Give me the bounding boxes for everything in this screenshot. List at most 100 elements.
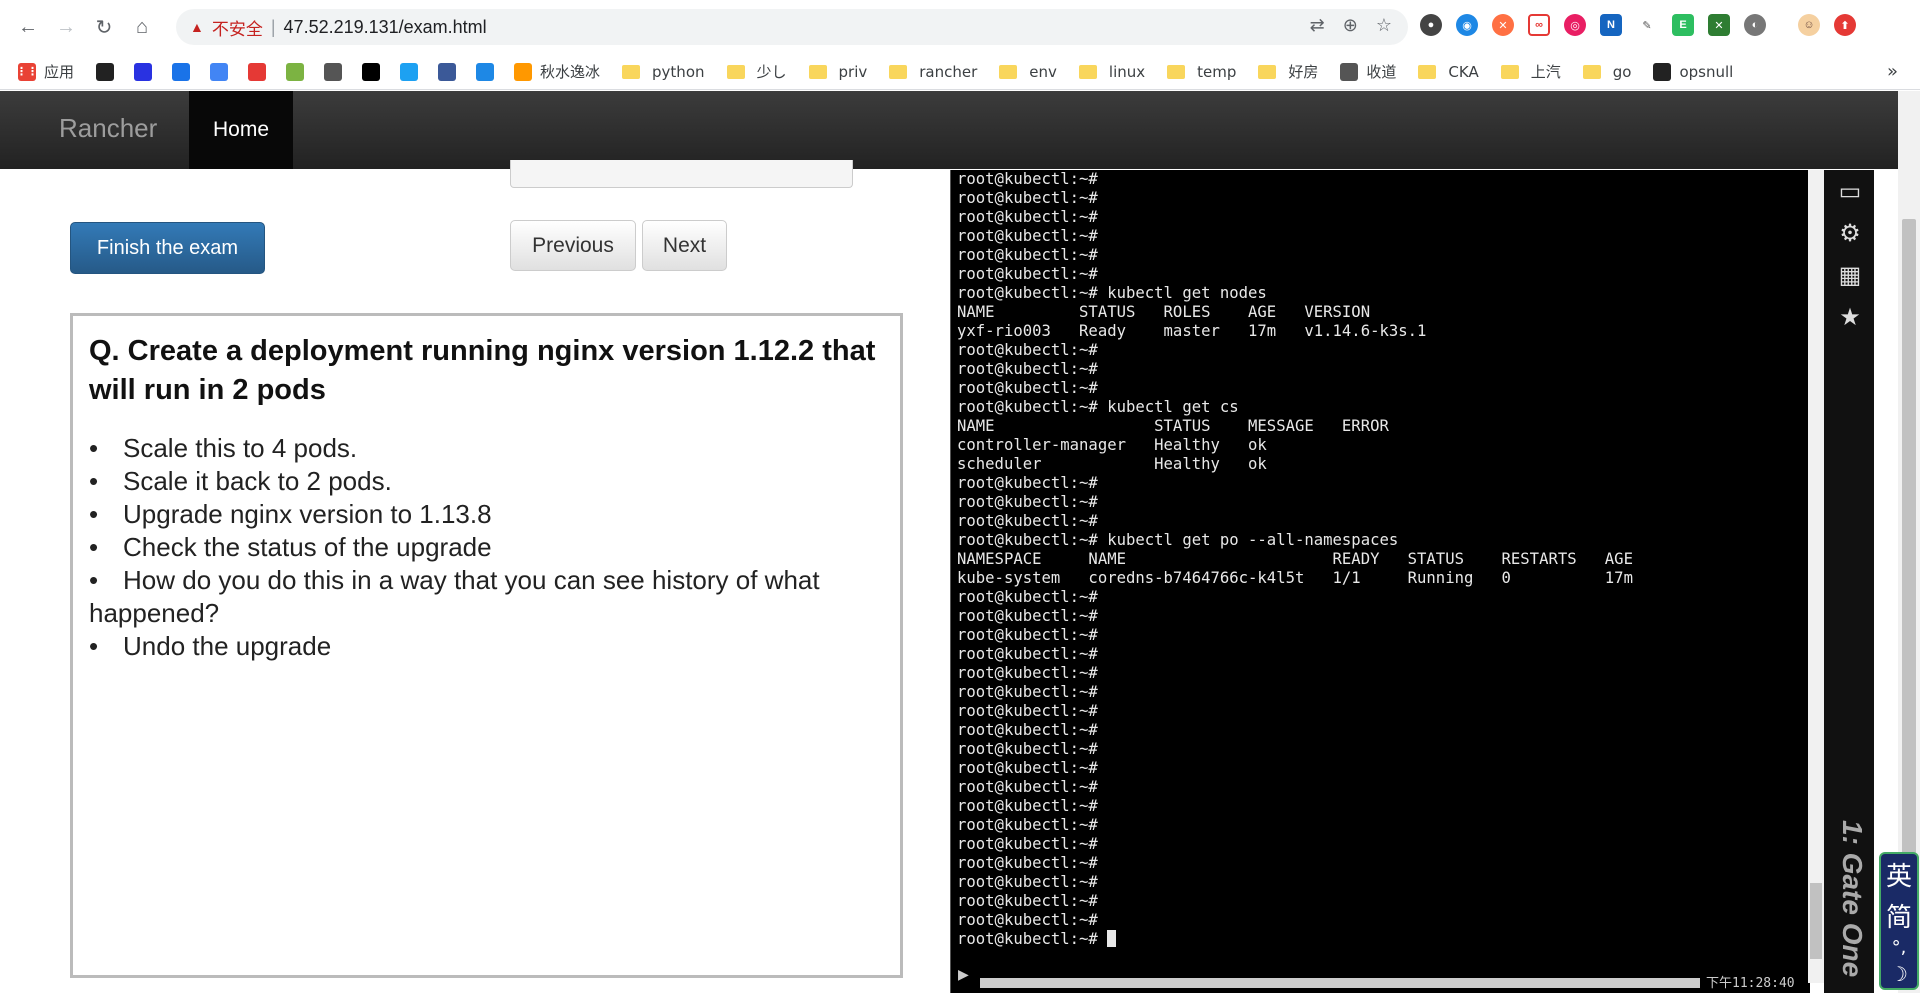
terminal-line: root@kubectl:~# (957, 702, 1098, 720)
bookmark-label: 秋水逸冰 (540, 63, 601, 81)
bookmark-item[interactable]: priv (808, 63, 867, 81)
bookmark-item[interactable]: python (622, 63, 705, 81)
terminal-horizontal-scrollbar[interactable] (980, 978, 1700, 988)
medium-icon (362, 62, 381, 81)
apps-grid-icon: ⋮⋮ (16, 62, 38, 81)
bookmark-label: opsnull (1679, 62, 1734, 81)
bookmark-item[interactable]: opsnull (1653, 62, 1734, 81)
url-separator: | (270, 16, 276, 37)
ime-language[interactable]: 英 (1886, 856, 1912, 893)
terminal-prompt-line[interactable]: root@kubectl:~# (957, 930, 1633, 949)
star-icon[interactable]: ★ (1837, 304, 1863, 331)
monitor-icon[interactable]: ▭ (1837, 178, 1863, 205)
bookmark-item[interactable] (172, 62, 198, 81)
brand-link[interactable]: Rancher (59, 113, 157, 144)
terminal-line: root@kubectl:~# kubectl get po --all-nam… (957, 531, 1399, 549)
bookmark-label: 应用 (44, 63, 75, 81)
ime-mode[interactable]: 简 (1886, 897, 1912, 934)
extension-icon[interactable]: ∞ (1528, 14, 1550, 36)
terminal-line: root@kubectl:~# (957, 493, 1098, 511)
bookmark-item[interactable] (438, 62, 464, 81)
back-icon[interactable]: ← (12, 11, 44, 43)
terminal-line: root@kubectl:~# (957, 512, 1098, 530)
forward-icon[interactable]: → (50, 11, 82, 43)
avatar[interactable]: ☺ (1798, 14, 1820, 36)
terminal-line: NAME STATUS MESSAGE ERROR (957, 417, 1389, 435)
previous-button[interactable]: Previous (510, 220, 636, 271)
finish-exam-button[interactable]: Finish the exam (70, 222, 265, 274)
terminal-line: root@kubectl:~# (957, 227, 1098, 245)
site-navbar: Rancher Home (0, 91, 1898, 169)
bookmark-item[interactable] (96, 62, 122, 81)
bookmark-item[interactable]: 收道 (1340, 61, 1396, 82)
bookmark-item[interactable]: go (1582, 63, 1631, 81)
bookmark-item[interactable]: env (999, 63, 1057, 81)
evernote-icon[interactable]: E (1672, 14, 1694, 36)
play-icon[interactable]: ▶ (958, 966, 969, 983)
address-bar[interactable]: ▲ 不安全 | 47.52.219.131/exam.html ⇄ ⊕ ☆ (176, 9, 1408, 45)
bookmark-item[interactable]: ⋮⋮ 应用 (16, 61, 75, 82)
feishu-icon (476, 62, 495, 81)
extension-icon[interactable]: ✕ (1708, 14, 1730, 36)
terminal-scrollbar[interactable] (1808, 170, 1824, 983)
zoom-icon[interactable]: ⊕ (1343, 15, 1358, 36)
bookmark-item[interactable] (324, 62, 350, 81)
nav-home[interactable]: Home (189, 91, 293, 169)
terminal[interactable]: root@kubectl:~# root@kubectl:~# root@kubec… (950, 170, 1810, 993)
bookmark-item[interactable] (248, 62, 274, 81)
bookmark-item[interactable]: 少し (726, 61, 787, 82)
bookmark-item[interactable] (476, 62, 502, 81)
c-icon (248, 62, 267, 81)
github-icon (1653, 62, 1672, 81)
next-button[interactable]: Next (642, 220, 727, 271)
bookmark-label: CKA (1448, 62, 1479, 81)
reload-icon[interactable]: ↻ (88, 11, 120, 43)
bookmark-label: 少し (756, 63, 787, 81)
extension-icon[interactable]: ✕ (1492, 14, 1514, 36)
gear-icon[interactable]: ⚙ (1837, 220, 1863, 247)
terminal-line: root@kubectl:~# (957, 721, 1098, 739)
bookmarks-bar: ⋮⋮ 应用 秋水逸冰 python 少し priv rancher env linux temp 好… (0, 54, 1920, 90)
bookmark-item[interactable]: temp (1167, 63, 1236, 81)
ime-toolbar[interactable]: 英 简 °, ☽ (1879, 852, 1919, 990)
bookmark-item[interactable]: 好房 (1258, 61, 1318, 82)
url-text[interactable]: 47.52.219.131/exam.html (284, 17, 487, 38)
home-icon[interactable]: ⌂ (126, 11, 158, 43)
extension-icon[interactable]: ✎ (1636, 14, 1658, 36)
task-item: Undo the upgrade (89, 630, 884, 663)
insecure-label: 不安全 (211, 19, 263, 40)
ime-punct[interactable]: °, (1892, 937, 1907, 958)
bookmark-item[interactable]: 秋水逸冰 (514, 61, 600, 82)
grid-icon[interactable]: ▦ (1837, 262, 1863, 289)
bookmark-label: 上汽 (1530, 63, 1561, 81)
bookmark-item[interactable]: 上汽 (1500, 61, 1561, 82)
bookmarks-overflow-icon[interactable]: » (1887, 61, 1898, 82)
task-item: Upgrade nginx version to 1.13.8 (89, 498, 884, 531)
extension-icon[interactable]: N (1600, 14, 1622, 36)
terminal-output[interactable]: root@kubectl:~# root@kubectl:~# root@kubec… (957, 170, 1633, 949)
terminal-scroll-thumb[interactable] (1810, 883, 1822, 959)
extension-icon[interactable]: ◉ (1456, 14, 1478, 36)
bookmark-label: env (1029, 62, 1057, 81)
extension-icon[interactable]: ● (1420, 14, 1442, 36)
bookmark-item[interactable]: rancher (889, 63, 977, 81)
extension-icon[interactable]: ◎ (1564, 14, 1586, 36)
bookmark-item[interactable]: CKA (1418, 62, 1479, 81)
cut-off-button[interactable] (510, 160, 853, 188)
folder-icon (622, 64, 641, 79)
bookmark-item[interactable] (400, 62, 426, 81)
bookmark-item[interactable] (134, 62, 160, 81)
translate-page-icon[interactable]: ⇄ (1310, 15, 1325, 36)
bookmark-item[interactable] (362, 62, 388, 81)
terminal-line: kube-system coredns-b7464766c-k4l5t 1/1 … (957, 569, 1633, 587)
bookmark-item[interactable] (286, 62, 312, 81)
moon-icon[interactable]: ☽ (1890, 962, 1908, 986)
terminal-line: controller-manager Healthy ok (957, 436, 1267, 454)
bookmark-item[interactable]: linux (1078, 63, 1145, 81)
bookmark-item[interactable] (210, 62, 236, 81)
update-icon[interactable]: ⬆ (1834, 14, 1856, 36)
browser-toolbar: ← → ↻ ⌂ ▲ 不安全 | 47.52.219.131/exam.html … (0, 0, 1920, 54)
extension-icon[interactable]: ◐ (1744, 14, 1766, 36)
bookmark-star-icon[interactable]: ☆ (1376, 15, 1392, 36)
terminal-line: root@kubectl:~# (957, 189, 1098, 207)
